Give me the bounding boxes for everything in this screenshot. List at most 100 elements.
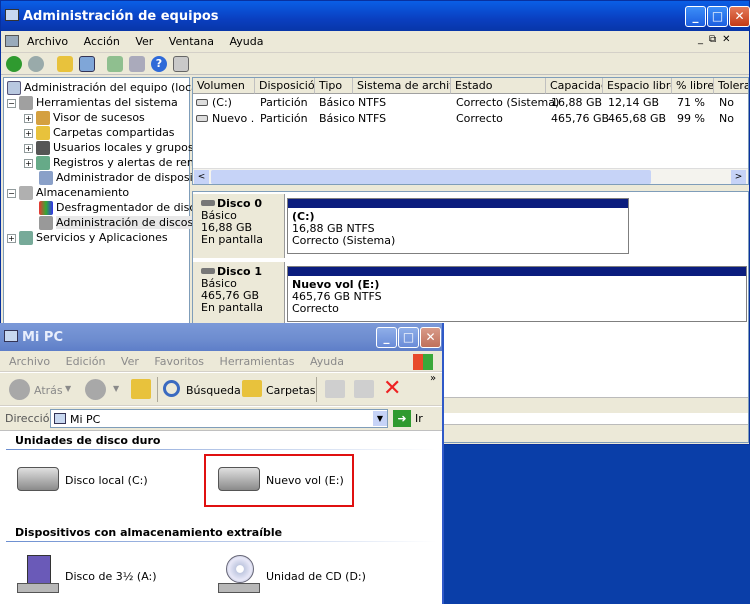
maximize-button[interactable]: □ <box>707 6 728 27</box>
volume-c-text: (C:) 16,88 GB NTFS Correcto (Sistema) <box>292 210 396 247</box>
col-disposicion[interactable]: Disposición <box>255 78 315 94</box>
menu-ventana[interactable]: Ventana <box>163 31 220 48</box>
disk-mgmt-icon <box>39 216 53 230</box>
expand-icon: + <box>24 158 33 168</box>
folders-button[interactable]: Carpetas <box>266 384 315 397</box>
menu-favoritos[interactable]: Favoritos <box>148 351 210 368</box>
tree-servicios[interactable]: + Servicios y Aplicaciones <box>7 230 168 245</box>
hard-drive-icon <box>218 467 260 491</box>
up-folder-icon[interactable] <box>131 379 151 399</box>
back-label[interactable]: Atrás <box>34 384 63 397</box>
volume-list: Volumen Disposición Tipo Sistema de arch… <box>192 77 749 185</box>
forward-arrow-icon[interactable] <box>85 379 106 400</box>
delete-icon[interactable]: ✕ <box>383 376 401 401</box>
horizontal-scrollbar[interactable]: < > <box>193 168 748 184</box>
tree-root[interactable]: Administración del equipo (local) <box>7 80 205 95</box>
tree-carpetas[interactable]: + Carpetas compartidas <box>24 125 175 140</box>
toolbar-separator <box>316 377 317 402</box>
expand-icon: + <box>24 128 33 138</box>
my-computer-icon <box>4 330 18 342</box>
address-field[interactable]: Mi PC ▼ <box>50 409 388 428</box>
hard-drive-icon <box>17 467 59 491</box>
forward-arrow-icon[interactable] <box>28 56 44 72</box>
back-arrow-icon[interactable] <box>9 379 30 400</box>
menu-archivo[interactable]: Archivo <box>3 351 56 368</box>
mdi-buttons[interactable]: _⧉✕ <box>698 34 748 49</box>
users-icon <box>36 141 50 155</box>
tree-desfrag[interactable]: Desfragmentador de disco <box>39 200 202 215</box>
address-dropdown-icon[interactable]: ▼ <box>373 411 387 426</box>
volume-bar <box>288 267 746 276</box>
col-estado[interactable]: Estado <box>451 78 546 94</box>
folders-icon[interactable] <box>242 380 262 397</box>
menu-edicion[interactable]: Edición <box>60 351 112 368</box>
col-espacio[interactable]: Espacio libre <box>603 78 672 94</box>
col-tolerancia[interactable]: Toleran <box>714 78 748 94</box>
menu-ayuda[interactable]: Ayuda <box>304 351 350 368</box>
col-volumen[interactable]: Volumen <box>193 78 255 94</box>
up-folder-icon[interactable] <box>57 56 73 72</box>
floppy-item[interactable]: Disco de 3½ (A:) <box>17 555 197 595</box>
back-dropdown-icon[interactable]: ▼ <box>65 384 71 393</box>
table-row[interactable]: Nuevo ... Partición Básico NTFS Correcto… <box>193 112 748 127</box>
export-icon[interactable] <box>129 56 145 72</box>
scroll-thumb[interactable] <box>211 170 651 184</box>
copy-to-icon[interactable] <box>354 380 374 398</box>
volume-e-text: Nuevo vol (E:) 465,76 GB NTFS Correcto <box>292 278 382 315</box>
help-icon[interactable]: ? <box>151 56 167 72</box>
section-underline <box>6 541 436 542</box>
minimize-button[interactable]: _ <box>376 327 397 348</box>
menu-accion[interactable]: Acción <box>78 31 126 48</box>
menu-archivo[interactable]: Archivo <box>21 31 74 48</box>
services-icon <box>19 231 33 245</box>
properties-icon[interactable] <box>173 56 189 72</box>
computer-icon <box>7 81 21 95</box>
col-libre[interactable]: % libre <box>672 78 714 94</box>
tree-visor[interactable]: + Visor de sucesos <box>24 110 145 125</box>
volume-c[interactable]: (C:) 16,88 GB NTFS Correcto (Sistema) <box>287 198 629 254</box>
minimize-button[interactable]: _ <box>685 6 706 27</box>
cd-item[interactable]: Unidad de CD (D:) <box>218 555 398 595</box>
legend-bar <box>443 397 748 413</box>
go-arrow-icon[interactable]: ➜ <box>393 410 411 427</box>
show-tree-icon[interactable] <box>79 56 95 72</box>
close-button[interactable]: ✕ <box>729 6 750 27</box>
move-to-icon[interactable] <box>325 380 345 398</box>
maximize-button[interactable]: □ <box>398 327 419 348</box>
mmc-titlebar[interactable]: Administración de equipos _ □ ✕ <box>1 1 750 31</box>
close-button[interactable]: ✕ <box>420 327 441 348</box>
drive-c-item[interactable]: Disco local (C:) <box>17 467 197 497</box>
disk0-info[interactable]: Disco 0 Básico 16,88 GB En pantalla <box>193 194 285 258</box>
tree-admin-discos[interactable]: Administración de discos <box>39 215 194 230</box>
search-icon[interactable] <box>163 380 180 397</box>
disk1-info[interactable]: Disco 1 Básico 465,76 GB En pantalla <box>193 262 285 324</box>
back-arrow-icon[interactable] <box>6 56 22 72</box>
search-button[interactable]: Búsqueda <box>186 384 241 397</box>
scroll-left-icon[interactable]: < <box>194 170 209 184</box>
tools-icon <box>19 96 33 110</box>
status-bar <box>443 424 748 442</box>
menu-ver[interactable]: Ver <box>115 351 145 368</box>
menu-herramientas[interactable]: Herramientas <box>214 351 301 368</box>
menu-ver[interactable]: Ver <box>129 31 159 48</box>
tree-usuarios[interactable]: + Usuarios locales y grupos <box>24 140 194 155</box>
col-tipo[interactable]: Tipo <box>315 78 353 94</box>
refresh-icon[interactable] <box>107 56 123 72</box>
section-removable: Dispositivos con almacenamiento extraíbl… <box>15 526 283 539</box>
forward-dropdown-icon[interactable]: ▼ <box>113 384 119 393</box>
storage-icon <box>19 186 33 200</box>
mypc-titlebar[interactable]: Mi PC _ □ ✕ <box>0 323 442 351</box>
drive-e-item[interactable]: Nuevo vol (E:) <box>218 467 348 497</box>
table-row[interactable]: (C:) Partición Básico NTFS Correcto (Sis… <box>193 96 748 111</box>
col-capacidad[interactable]: Capacidad <box>546 78 603 94</box>
volume-e[interactable]: Nuevo vol (E:) 465,76 GB NTFS Correcto <box>287 266 747 322</box>
toolbar-overflow-icon[interactable]: » <box>430 373 436 384</box>
volume-bar <box>288 199 628 208</box>
tree-herramientas[interactable]: − Herramientas del sistema <box>7 95 178 110</box>
scroll-right-icon[interactable]: > <box>731 170 746 184</box>
tree-almacenamiento[interactable]: − Almacenamiento <box>7 185 129 200</box>
tree-registros[interactable]: + Registros y alertas de rendim <box>24 155 215 170</box>
go-button[interactable]: Ir <box>415 412 423 425</box>
col-sistema[interactable]: Sistema de archivos <box>353 78 451 94</box>
menu-ayuda[interactable]: Ayuda <box>223 31 269 48</box>
